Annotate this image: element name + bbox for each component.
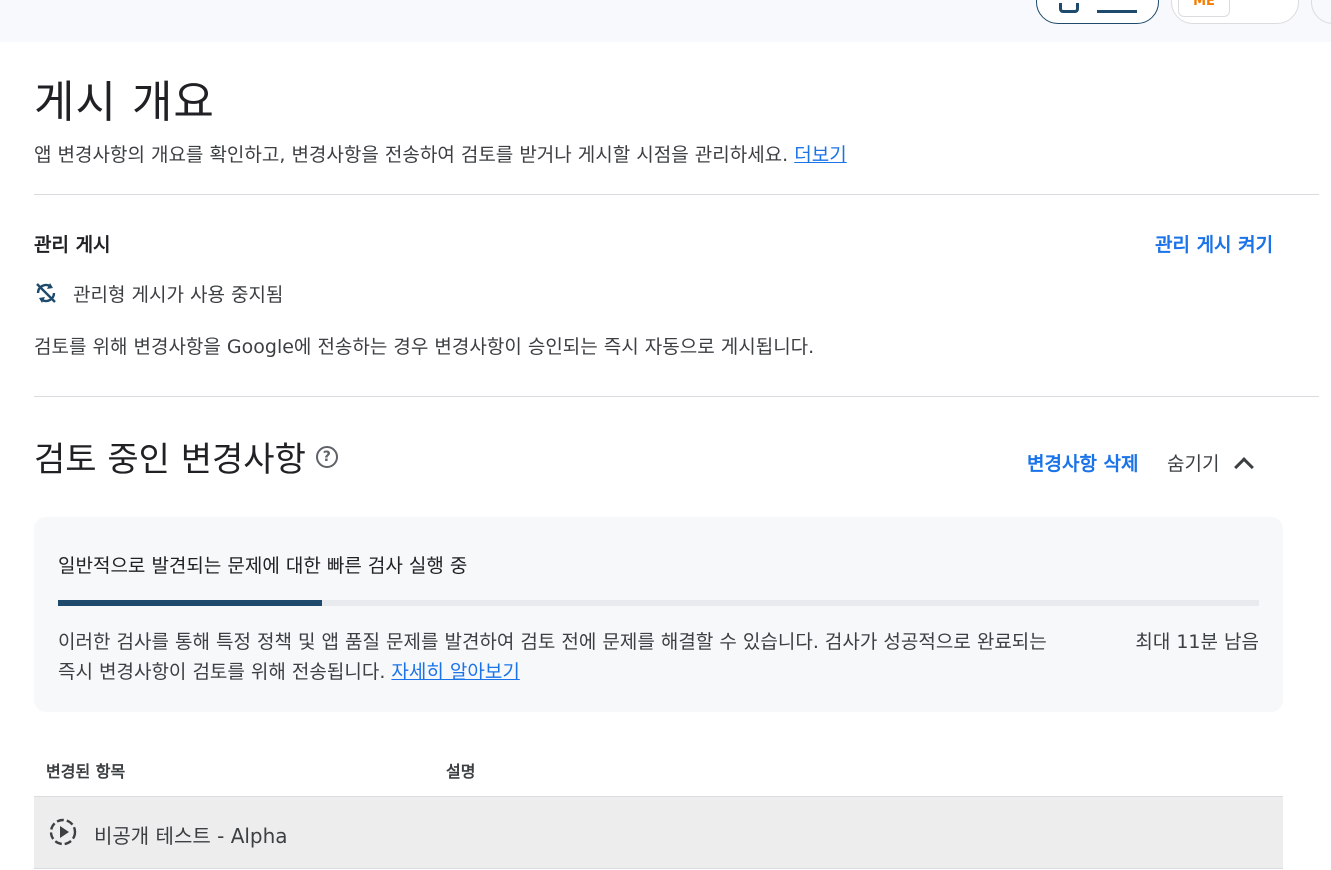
quick-check-progress-fill xyxy=(58,600,323,606)
delete-changes-link[interactable]: 변경사항 삭제 xyxy=(1027,449,1139,476)
app-logo: ME xyxy=(1178,0,1230,17)
time-remaining: 최대 11분 남음 xyxy=(1135,631,1259,653)
review-section-title-text: 검토 중인 변경사항 xyxy=(34,440,306,480)
page-subtitle: 앱 변경사항의 개요를 확인하고, 변경사항을 전송하여 검토를 받거나 게시할… xyxy=(34,140,847,167)
hide-toggle-label: 숨기기 xyxy=(1167,453,1220,475)
play-circle-dashed-icon xyxy=(49,818,77,846)
table-row[interactable]: 비공개 테스트 - Alpha xyxy=(34,796,1283,869)
managed-publishing-status: 관리형 게시가 사용 중지됨 xyxy=(34,280,283,306)
quick-check-title: 일반적으로 발견되는 문제에 대한 빠른 검사 실행 중 xyxy=(58,555,468,577)
learn-more-link[interactable]: 자세히 알아보기 xyxy=(391,661,519,683)
hide-toggle-button[interactable]: 숨기기 xyxy=(1167,449,1255,477)
more-link[interactable]: 더보기 xyxy=(794,144,846,166)
help-button[interactable] xyxy=(1036,0,1159,24)
column-header-description: 설명 xyxy=(446,762,476,781)
column-header-changed-item: 변경된 항목 xyxy=(46,762,126,781)
managed-publishing-label: 관리 게시 xyxy=(34,234,111,256)
help-button-label xyxy=(1097,3,1137,13)
turn-on-managed-publishing-link[interactable]: 관리 게시 켜기 xyxy=(1155,230,1273,257)
managed-publishing-status-text: 관리형 게시가 사용 중지됨 xyxy=(73,283,284,306)
changed-item-name: 비공개 테스트 - Alpha xyxy=(94,824,288,848)
account-button[interactable]: ME xyxy=(1171,0,1299,24)
help-circle-icon[interactable]: ? xyxy=(315,445,338,468)
overflow-button[interactable] xyxy=(1311,0,1331,24)
quick-check-text: 이러한 검사를 통해 특정 정책 및 앱 품질 문제를 발견하여 검토 전에 문… xyxy=(58,631,1047,683)
quick-check-description: 이러한 검사를 통해 특정 정책 및 앱 품질 문제를 발견하여 검토 전에 문… xyxy=(58,627,1048,687)
subtitle-text: 앱 변경사항의 개요를 확인하고, 변경사항을 전송하여 검토를 받거나 게시할… xyxy=(34,144,789,166)
top-bar: ME xyxy=(0,0,1331,42)
sync-disabled-icon xyxy=(36,283,56,303)
quick-check-card: 일반적으로 발견되는 문제에 대한 빠른 검사 실행 중 이러한 검사를 통해 … xyxy=(34,517,1283,712)
main-content: 게시 개요 앱 변경사항의 개요를 확인하고, 변경사항을 전송하여 검토를 받… xyxy=(0,42,1331,870)
page-title: 게시 개요 xyxy=(34,77,215,128)
divider xyxy=(34,396,1319,397)
chevron-up-icon xyxy=(1234,456,1255,477)
quick-check-progress-bar xyxy=(58,600,1259,606)
divider xyxy=(34,194,1319,195)
help-icon xyxy=(1059,3,1079,13)
review-section-title: 검토 중인 변경사항 ? xyxy=(34,432,338,481)
managed-publishing-description: 검토를 위해 변경사항을 Google에 전송하는 경우 변경사항이 승인되는 … xyxy=(34,336,815,358)
